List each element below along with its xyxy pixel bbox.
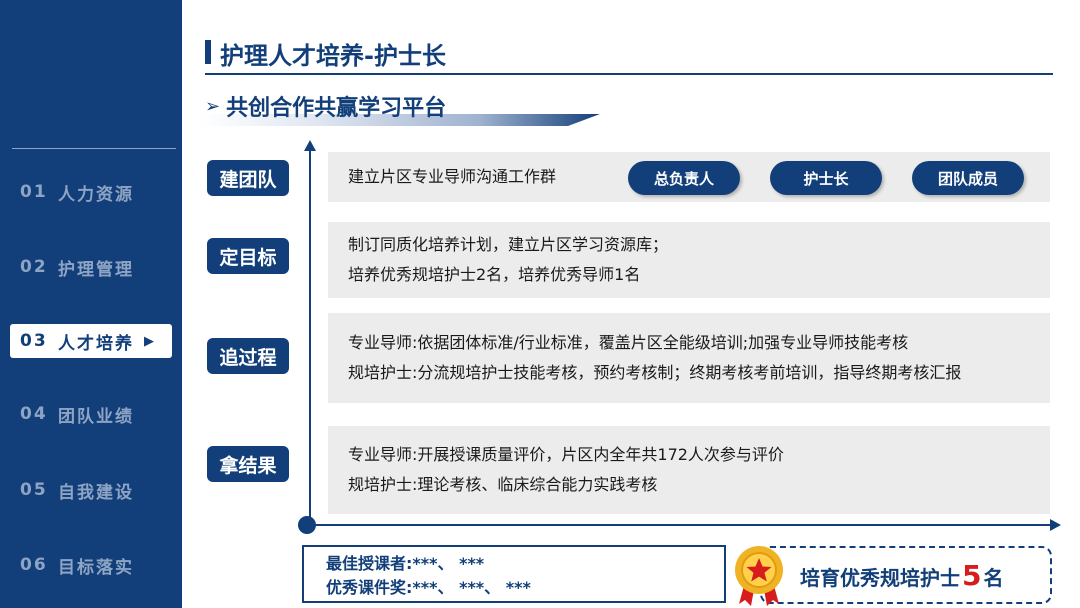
nav-item-number: 06: [20, 555, 48, 575]
nav-item-self-development[interactable]: 05 自我建设: [10, 473, 172, 507]
nav-item-number: 02: [20, 257, 48, 277]
sidebar: 01 人力资源 02 护理管理 03 人才培养 ▶ 04 团队业绩 05 自我建…: [0, 0, 182, 608]
stage-line: 规培护士:分流规培护士技能考核，预约考核制；终期考核考前培训，指导终期考核汇报: [348, 363, 962, 382]
nav-item-number: 03: [20, 331, 48, 351]
timeline-origin-dot: [298, 516, 316, 534]
stage-line: 培养优秀规培护士2名，培养优秀导师1名: [348, 265, 641, 284]
title-accent-bar: [205, 40, 211, 64]
page-title: 护理人才培养-护士长: [220, 42, 446, 70]
title-divider: [205, 73, 1053, 75]
timeline-horizontal-axis: [309, 524, 1051, 526]
subtitle-text: 共创合作共赢学习平台: [226, 96, 447, 121]
nav-item-nursing-management[interactable]: 02 护理管理: [10, 250, 172, 284]
role-pill-head-nurse: 护士长: [770, 161, 882, 195]
stage-box-track-process: 专业导师:依据团体标准/行业标准，覆盖片区全能级培训;加强专业导师技能考核 规培…: [328, 313, 1050, 403]
timeline-vertical-axis: [309, 150, 311, 526]
nav-item-number: 05: [20, 480, 48, 500]
stage-line: 专业导师:开展授课质量评价，片区内全年共172人次参与评价: [348, 445, 784, 464]
medal-icon: [735, 546, 783, 606]
nav-item-label: 自我建设: [58, 482, 134, 503]
role-pill-team-members: 团队成员: [912, 161, 1024, 195]
stage-label-track-process: 追过程: [207, 338, 289, 374]
stage-line: 制订同质化培养计划，建立片区学习资源库；: [348, 235, 669, 254]
stage-label-build-team: 建团队: [207, 160, 289, 196]
arrow-right-icon: [1050, 519, 1061, 531]
award-best-courseware: 优秀课件奖:***、 ***、 ***: [326, 578, 531, 597]
stage-label-set-goals: 定目标: [207, 238, 289, 274]
result-prefix: 培育优秀规培护士: [800, 566, 960, 590]
nav-item-number: 01: [20, 182, 48, 202]
result-suffix: 名: [983, 566, 1004, 590]
stage-box-set-goals: 制订同质化培养计划，建立片区学习资源库； 培养优秀规培护士2名，培养优秀导师1名: [328, 222, 1050, 298]
nav-item-hr[interactable]: 01 人力资源: [10, 175, 172, 209]
awards-box: 最佳授课者:***、 *** 优秀课件奖:***、 ***、 ***: [302, 545, 726, 603]
nav-item-label: 团队业绩: [58, 406, 134, 427]
stage-label-get-results: 拿结果: [207, 446, 289, 482]
role-pill-chief: 总负责人: [628, 161, 740, 195]
result-count: 5: [962, 559, 982, 592]
nav-item-goal-implementation[interactable]: 06 目标落实: [10, 548, 172, 582]
nav-item-talent-training[interactable]: 03 人才培养 ▶: [10, 324, 172, 358]
nav-item-number: 04: [20, 404, 48, 424]
nav-item-team-performance[interactable]: 04 团队业绩: [10, 397, 172, 431]
stage-line: 专业导师:依据团体标准/行业标准，覆盖片区全能级培训;加强专业导师技能考核: [348, 333, 909, 352]
play-icon: ▶: [144, 333, 156, 349]
nav-item-label: 目标落实: [58, 557, 134, 578]
award-best-lecturer: 最佳授课者:***、 ***: [326, 554, 485, 573]
nav-item-label: 护理管理: [58, 259, 134, 280]
stage-box-get-results: 专业导师:开展授课质量评价，片区内全年共172人次参与评价 规培护士:理论考核、…: [328, 426, 1050, 514]
stage-line: 规培护士:理论考核、临床综合能力实践考核: [348, 475, 658, 494]
nav-item-label: 人力资源: [58, 184, 134, 205]
section-subtitle: ➢ 共创合作共赢学习平台: [205, 90, 446, 122]
result-text: 培育优秀规培护士 5 名: [800, 559, 1003, 592]
chevron-right-icon: ➢: [205, 95, 221, 117]
sidebar-divider: [12, 148, 176, 149]
nav-item-label: 人才培养: [58, 333, 134, 354]
